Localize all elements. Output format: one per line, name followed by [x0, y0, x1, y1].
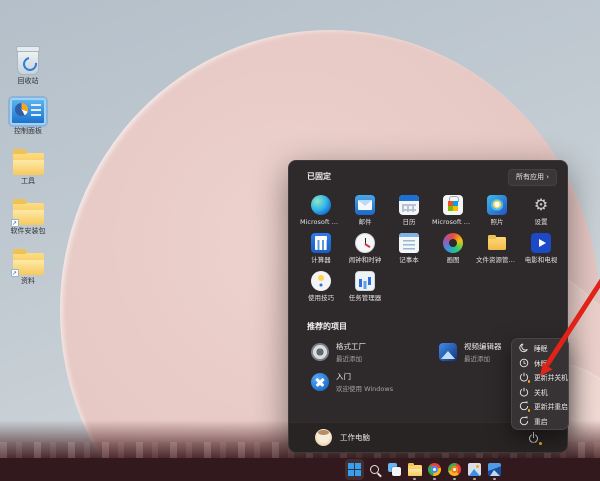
restart-icon [519, 416, 529, 426]
play-icon [531, 233, 551, 253]
search-icon [370, 465, 379, 474]
user-account-button[interactable]: 工作电脑 [315, 429, 370, 446]
power-item-restart[interactable]: 重启 [512, 414, 568, 429]
performance-graph-icon [355, 271, 375, 291]
desktop-icon-label: 资料 [21, 277, 35, 285]
calculator-icon [311, 233, 331, 253]
shortcut-arrow-icon: ↗ [11, 269, 19, 277]
hibernate-clock-icon [519, 358, 529, 368]
running-indicator [413, 478, 416, 480]
gear-icon [531, 195, 551, 215]
all-apps-button[interactable]: 所有应用 › [508, 169, 557, 186]
power-item-update-shutdown[interactable]: 更新并关机 [512, 370, 568, 385]
taskbar-browser-button[interactable] [445, 459, 464, 480]
pinned-app-clock[interactable]: 闹钟和时钟 [343, 231, 387, 269]
get-started-icon [311, 373, 329, 391]
desktop-icon-folder-1[interactable]: 工具 [2, 148, 54, 185]
photos-icon [487, 195, 507, 215]
lightbulb-icon [311, 271, 331, 291]
sleep-moon-icon [519, 343, 529, 353]
browser-icon [448, 463, 461, 476]
power-button[interactable] [527, 431, 541, 445]
windows-desktop: 回收站 控制面板 工具 ↗ 软件安装包 ↗ 资料 已固定 所有应用 › Micr… [0, 0, 600, 481]
power-item-hibernate[interactable]: 休眠 [512, 356, 568, 371]
shortcut-arrow-icon: ↗ [11, 219, 19, 227]
restart-icon [519, 401, 529, 411]
power-item-shutdown[interactable]: 关机 [512, 385, 568, 400]
calendar-icon [399, 195, 419, 215]
task-view-icon [388, 463, 401, 476]
running-indicator [433, 478, 436, 480]
paint-palette-icon [443, 233, 463, 253]
pinned-app-explorer[interactable]: 文件资源管理器 [475, 231, 519, 269]
pinned-app-edge[interactable]: Microsoft Edge [299, 193, 343, 231]
update-badge [538, 441, 543, 446]
taskbar-chrome-button[interactable] [425, 459, 444, 480]
taskbar-icon-group [345, 458, 504, 481]
power-item-update-restart[interactable]: 更新并重启 [512, 399, 568, 414]
recommended-item-format-factory[interactable]: 格式工厂最近添加 [303, 337, 427, 367]
pinned-app-store[interactable]: Microsoft Store [431, 193, 475, 231]
pinned-app-calendar[interactable]: 日历 [387, 193, 431, 231]
desktop-icon-label: 软件安装包 [11, 227, 46, 235]
image-icon [488, 463, 501, 476]
taskbar-file-explorer-button[interactable] [405, 459, 424, 480]
desktop-icon-app[interactable]: 控制面板 [2, 98, 54, 135]
pinned-app-paint[interactable]: 画图 [431, 231, 475, 269]
store-icon [443, 195, 463, 215]
edge-icon [311, 195, 331, 215]
desktop-icon-label: 回收站 [18, 77, 39, 85]
folder-icon: ↗ [13, 203, 44, 225]
recommended-section-header: 推荐的项目 [307, 321, 347, 332]
pinned-app-settings[interactable]: 设置 [519, 193, 563, 231]
taskbar-search-button[interactable] [365, 459, 384, 480]
update-badge [527, 408, 532, 413]
format-factory-icon [311, 343, 329, 361]
running-indicator [453, 478, 456, 480]
pinned-app-mail[interactable]: 邮件 [343, 193, 387, 231]
clock-icon [355, 233, 375, 253]
pinned-app-calculator[interactable]: 计算器 [299, 231, 343, 269]
update-badge [527, 379, 532, 384]
taskbar [0, 458, 600, 481]
desktop-icon-folder-2[interactable]: ↗ 软件安装包 [2, 198, 54, 235]
power-item-sleep[interactable]: 睡眠 [512, 341, 568, 356]
pinned-apps-grid: Microsoft Edge 邮件 日历 Microsoft Store 照片 … [299, 193, 563, 307]
pinned-app-movies[interactable]: 电影和电视 [519, 231, 563, 269]
folder-icon [408, 465, 422, 476]
recommended-item-get-started[interactable]: 入门欢迎使用 Windows [303, 367, 427, 397]
chrome-icon [428, 463, 441, 476]
windows-logo-icon [348, 463, 361, 476]
folder-icon [487, 233, 507, 253]
desktop-icon-label: 控制面板 [14, 127, 42, 135]
power-options-menu: 睡眠 休眠 更新并关机 关机 更新并重启 重启 [511, 338, 569, 430]
taskbar-gallery-button[interactable] [485, 459, 504, 480]
desktop-icon-recycle-bin[interactable]: 回收站 [2, 48, 54, 85]
power-icon [519, 372, 529, 382]
taskbar-photos-button[interactable] [465, 459, 484, 480]
taskbar-task-view-button[interactable] [385, 459, 404, 480]
folder-icon: ↗ [13, 253, 44, 275]
folder-icon [13, 153, 44, 175]
desktop-icon-folder-3[interactable]: ↗ 资料 [2, 248, 54, 285]
pinned-app-notepad[interactable]: 记事本 [387, 231, 431, 269]
pinned-app-taskmgr[interactable]: 任务管理器 [343, 269, 387, 307]
pinned-section-header: 已固定 [307, 171, 331, 182]
pinned-app-tips[interactable]: 使用技巧 [299, 269, 343, 307]
recycle-bin-icon [17, 48, 39, 75]
user-name: 工作电脑 [340, 432, 370, 443]
power-icon [519, 387, 529, 397]
running-indicator [473, 478, 476, 480]
avatar [315, 429, 332, 446]
control-panel-icon [10, 98, 46, 125]
video-editor-icon [439, 343, 457, 361]
running-indicator [493, 478, 496, 480]
desktop-icon-column: 回收站 控制面板 工具 ↗ 软件安装包 ↗ 资料 [2, 48, 54, 285]
taskbar-start-button[interactable] [345, 459, 364, 480]
desktop-icon-label: 工具 [21, 177, 35, 185]
pinned-app-photos[interactable]: 照片 [475, 193, 519, 231]
notepad-icon [399, 233, 419, 253]
mail-icon [355, 195, 375, 215]
photos-icon [468, 463, 481, 476]
